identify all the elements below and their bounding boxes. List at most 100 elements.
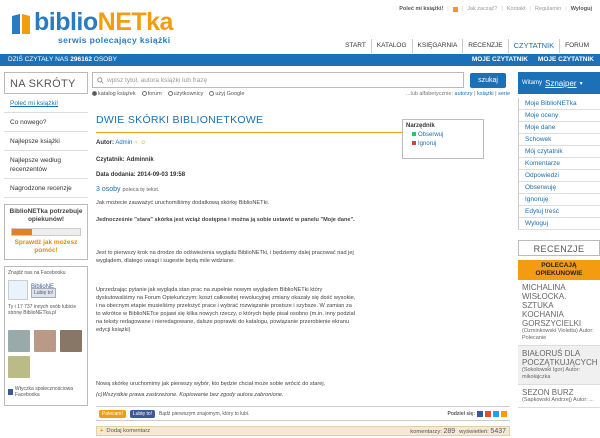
menu-logout[interactable]: Wyloguj — [519, 218, 600, 230]
facebook-share-icon[interactable] — [477, 410, 483, 417]
review-meta: (Ozminkowski Violetta) Autor: Polecanie — [522, 328, 594, 341]
review-title[interactable]: SEZON BURZ — [522, 388, 596, 397]
nav-ksiegarnia[interactable]: KSIĘGARNIA — [411, 39, 463, 53]
ignore-link[interactable]: Ignoruj — [406, 140, 480, 149]
author-line: Autor: Admin ♀ ☺ — [96, 140, 147, 146]
separator: | — [461, 6, 464, 12]
menu-schowek[interactable]: Schowek — [519, 134, 600, 146]
search-button[interactable]: szukaj — [470, 72, 506, 88]
top-link-contact[interactable]: Kontakt — [507, 6, 526, 12]
comments-bar: + Dodaj komentarz komentarzy: 289 wyświe… — [96, 426, 510, 436]
right-column: Witamy Sznajper ▾ Moje BiblioNETka Moje … — [518, 72, 600, 408]
alpha-books[interactable]: książki — [477, 91, 494, 97]
likes-link[interactable]: 3 osoby — [96, 186, 121, 193]
shortcut-whats-new[interactable]: Co nowego? — [4, 113, 88, 132]
menu-ignoring[interactable]: Ignoruję — [519, 194, 600, 206]
info-bar: DZIŚ CZYTAŁY NAS 296162 OSOBY MOJE CZYTA… — [0, 54, 600, 66]
alpha-authors[interactable]: autorzy — [455, 91, 473, 97]
nav-start[interactable]: START — [340, 39, 371, 53]
para-3: Jest to pierwszy krok na drodze do odświ… — [96, 250, 354, 264]
para-2: Jednocześnie "stara" skórka jest wciąż d… — [96, 217, 355, 223]
welcome-label: Witamy — [522, 80, 542, 86]
menu-my-biblionetka[interactable]: Moje BiblioNETka — [519, 98, 600, 110]
nav-forum[interactable]: FORUM — [559, 39, 594, 53]
facebook-like-button[interactable]: Lubię to! — [31, 288, 57, 298]
bar-link-czytatnik-2[interactable]: MOJE CZYTATNIK — [538, 54, 594, 66]
chevron-down-icon[interactable]: ▾ — [580, 80, 583, 87]
bar-link-czytatnik[interactable]: MOJE CZYTATNIK — [472, 54, 528, 66]
separator: | — [447, 6, 449, 12]
site-logo[interactable]: biblioNETka serwis polecający książki — [6, 6, 186, 45]
alpha-links: ...lub alfabetycznie: autorzy | książki … — [405, 91, 510, 97]
alpha-series[interactable]: serie — [498, 91, 510, 97]
tools-title: Narzędnik — [406, 123, 435, 129]
review-title[interactable]: BIAŁORUŚ DLA POCZĄTKUJĄCYCH — [522, 349, 598, 367]
menu-replies[interactable]: Odpowiedzi — [519, 170, 600, 182]
main-nav: START KATALOG KSIĘGARNIA RECENZJE CZYTAT… — [340, 39, 594, 53]
menu-my-data[interactable]: Moje dane — [519, 122, 600, 134]
fan-avatar[interactable] — [34, 330, 56, 352]
fan-avatar[interactable] — [8, 330, 30, 352]
nav-recenzje[interactable]: RECENZJE — [462, 39, 507, 53]
search-opt-catalog[interactable]: katalog książek — [92, 91, 136, 97]
menu-comments[interactable]: Komentarze — [519, 158, 600, 170]
facebook-like-button[interactable]: Lubię to! — [129, 409, 156, 418]
shortcut-best-books[interactable]: Najlepsze książki — [4, 132, 88, 151]
fan-avatar[interactable] — [8, 356, 30, 378]
author-link[interactable]: Admin — [115, 140, 132, 146]
user-nick[interactable]: Sznajper — [545, 79, 577, 88]
menu-my-ratings[interactable]: Moje oceny — [519, 110, 600, 122]
google-share-icon[interactable] — [485, 410, 491, 417]
twitter-share-icon[interactable] — [493, 410, 499, 417]
review-item[interactable]: MICHALINA WISŁOCKA. SZTUKA KOCHANIA GORS… — [518, 280, 600, 346]
facebook-header: Znajdź nas na Facebooku — [8, 270, 66, 276]
tools-box: Narzędnik Obserwuj Ignoruj — [402, 119, 484, 159]
copyright-note: (c)Wszystkie prawa zastrzeżone. Kopiowan… — [96, 392, 284, 398]
shortcut-best-reviewers[interactable]: Najlepsze według recenzentów — [4, 151, 88, 179]
visitor-counter: DZIŚ CZYTAŁY NAS 296162 OSOBY — [8, 56, 117, 63]
shortcut-awarded[interactable]: Nagrodzone recenzje — [4, 179, 88, 198]
separator: | — [529, 6, 531, 12]
separator: | — [565, 6, 567, 12]
search-opt-users[interactable]: użytkownicy — [167, 91, 203, 97]
observe-icon — [412, 132, 416, 136]
review-item[interactable]: SEZON BURZ (Sapkowski Andrzej) Autor: ..… — [518, 385, 600, 408]
facebook-fans-text: Ty i 17 737 innych osób lubicie stronę B… — [8, 304, 77, 316]
likes-line: 3 osoby poleca tę tekst. — [96, 186, 160, 193]
menu-observing[interactable]: Obserwuję — [519, 182, 600, 194]
search-input[interactable]: wpisz tytuł, autora książki lub frazę — [92, 72, 464, 88]
search-opt-google[interactable]: użyj Google — [209, 91, 244, 97]
review-item[interactable]: BIAŁORUŚ DLA POCZĄTKUJĄCYCH (Sokołowski … — [518, 346, 600, 385]
shortcuts-nav: Poleć mi książki! Co nowego? Najlepsze k… — [4, 94, 88, 198]
facebook-page-logo[interactable] — [8, 280, 28, 300]
shortcut-recommend[interactable]: Poleć mi książki! — [4, 94, 88, 113]
menu-my-czytatnik[interactable]: Mój czytatnik — [519, 146, 600, 158]
search-options: katalog książek forum użytkownicy użyj G… — [92, 91, 510, 97]
para-5: Nową skórkę uruchomimy jak pierwszy wybó… — [96, 381, 326, 387]
welcome-box: Witamy Sznajper ▾ — [518, 72, 600, 94]
nav-czytatnik[interactable]: CZYTATNIK — [507, 39, 560, 53]
review-meta: (Sokołowski Igor) Autor: mikołajczka — [522, 367, 581, 380]
nav-katalog[interactable]: KATALOG — [370, 39, 412, 53]
fan-avatar[interactable] — [60, 330, 82, 352]
review-meta: (Sapkowski Andrzej) Autor: ... — [522, 397, 594, 403]
top-link-rules[interactable]: Regulamin — [535, 6, 561, 12]
logo-wordmark: biblioNETka — [34, 8, 173, 36]
review-title[interactable]: MICHALINA WISŁOCKA. SZTUKA KOCHANIA GORS… — [522, 283, 596, 328]
rss-icon[interactable] — [452, 6, 458, 12]
para-4: Uprzedzając pytanie jak wygląda stan pra… — [96, 287, 356, 333]
menu-edit[interactable]: Edytuj treść — [519, 206, 600, 218]
reader-link[interactable]: Adminnik — [126, 157, 153, 163]
top-link-howto[interactable]: Jak zacząć? — [467, 6, 497, 12]
observe-link[interactable]: Obserwuj — [406, 131, 480, 140]
top-link-logout[interactable]: Wyloguj — [571, 6, 592, 12]
facebook-footer[interactable]: Wtyczka społecznościowa Facebooka — [15, 386, 84, 398]
email-share-icon[interactable] — [501, 410, 507, 417]
support-cta[interactable]: Sprawdź jak możesz pomóc! — [7, 239, 85, 255]
add-comment-link[interactable]: Dodaj komentarz — [106, 428, 150, 434]
search-opt-forum[interactable]: forum — [141, 91, 162, 97]
ignore-icon — [412, 141, 416, 145]
recommend-button[interactable]: Polecam! — [99, 409, 126, 418]
top-link-recommend[interactable]: Poleć mi książki! — [399, 6, 443, 12]
top-links: Poleć mi książki! | | Jak zacząć? | Kont… — [399, 6, 592, 12]
